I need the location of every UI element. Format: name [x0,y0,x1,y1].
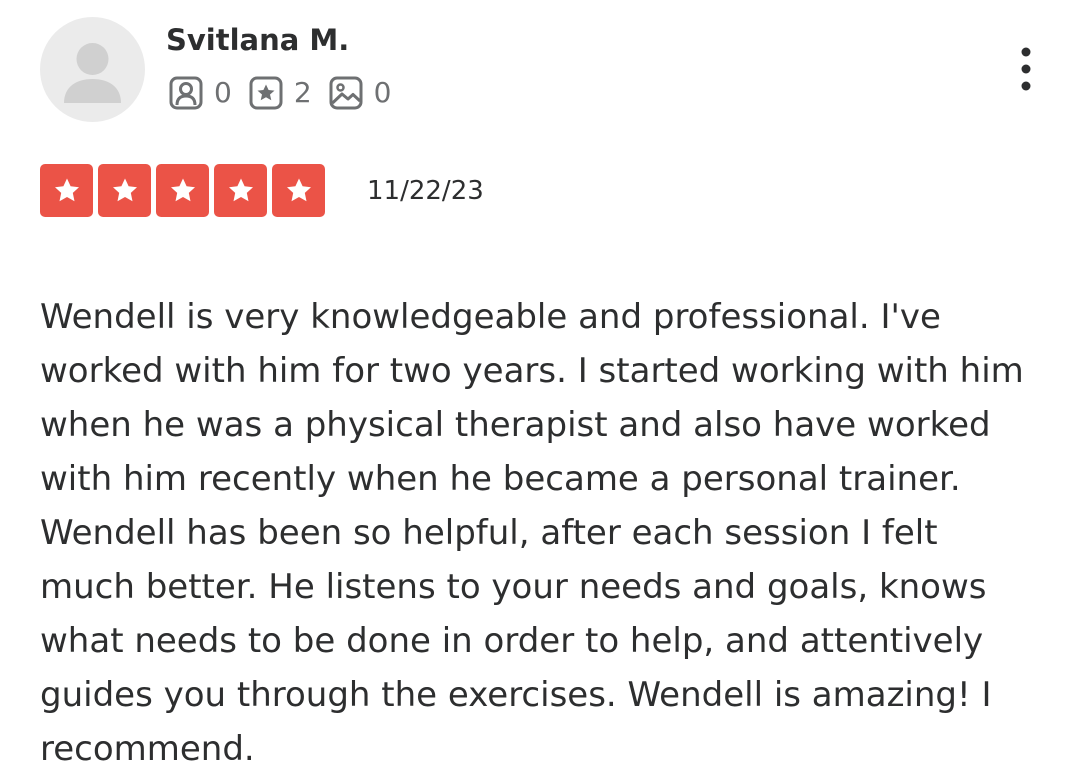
star-icon [54,178,79,201]
user-placeholder-icon [64,43,121,103]
rating-star [272,164,325,217]
reviewer-name[interactable]: Svitlana M. [166,20,349,60]
star-icon [112,178,137,201]
review-text: Wendell is very knowledgeable and profes… [40,297,1024,769]
reviews-star-icon [248,75,284,111]
rating-star [156,164,209,217]
avatar[interactable] [40,17,145,122]
friends-count: 0 [214,76,232,109]
more-vertical-icon [1021,47,1031,91]
photos-icon [328,75,364,111]
friends-icon [168,75,204,111]
reviewer-stats: 0 2 0 [168,74,407,112]
reviews-stat: 2 [248,74,312,112]
friends-stat: 0 [168,74,232,112]
rating-star [214,164,267,217]
star-icon [286,178,311,201]
review-date: 11/22/23 [367,176,484,206]
photos-stat: 0 [328,74,392,112]
rating-star [40,164,93,217]
rating-star [98,164,151,217]
star-icon [170,178,195,201]
more-options-button[interactable] [1006,44,1046,96]
reviews-count: 2 [293,76,312,109]
photos-count: 0 [373,76,392,109]
star-icon [228,178,253,201]
star-rating [40,164,325,217]
